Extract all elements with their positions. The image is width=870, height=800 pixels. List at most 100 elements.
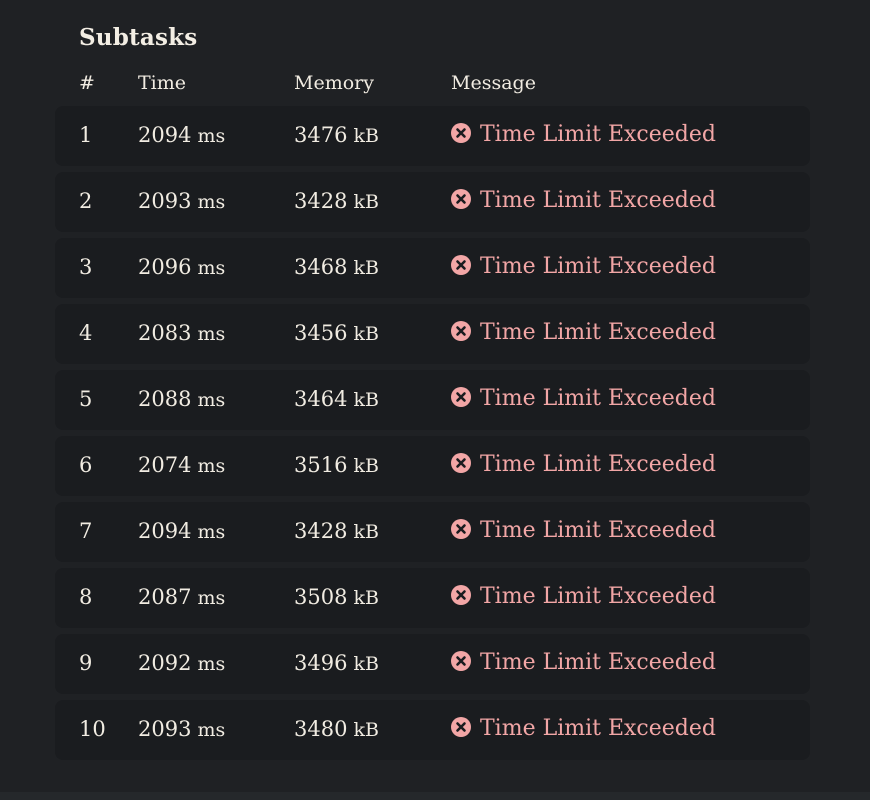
memory-value: 3456 <box>294 321 348 345</box>
time-value: 2094 <box>138 123 192 147</box>
time-value: 2083 <box>138 321 192 345</box>
status-message: Time Limit Exceeded <box>451 370 716 430</box>
time-cell: 2094 ms <box>138 106 225 166</box>
status-text: Time Limit Exceeded <box>480 188 716 213</box>
memory-cell: 3480 kB <box>294 700 379 760</box>
status-message: Time Limit Exceeded <box>451 238 716 298</box>
error-circle-x-icon <box>451 453 471 473</box>
time-value: 2093 <box>138 717 192 741</box>
time-cell: 2093 ms <box>138 172 225 232</box>
time-value: 2088 <box>138 387 192 411</box>
subtask-number: 2 <box>79 189 93 213</box>
table-row: 7 2094 ms 3428 kB Time Limit Exceeded <box>55 502 810 562</box>
time-unit: ms <box>197 455 226 477</box>
memory-value: 3428 <box>294 519 348 543</box>
error-circle-x-icon <box>451 123 471 143</box>
time-cell: 2087 ms <box>138 568 225 628</box>
header-message: Message <box>451 72 536 94</box>
time-unit: ms <box>197 653 226 675</box>
subtask-number: 6 <box>79 453 93 477</box>
memory-value: 3508 <box>294 585 348 609</box>
error-circle-x-icon <box>451 585 471 605</box>
status-message: Time Limit Exceeded <box>451 700 716 760</box>
subtask-number: 9 <box>79 651 93 675</box>
status-text: Time Limit Exceeded <box>480 386 716 411</box>
header-memory: Memory <box>294 72 374 94</box>
memory-cell: 3428 kB <box>294 502 379 562</box>
table-row: 3 2096 ms 3468 kB Time Limit Exceeded <box>55 238 810 298</box>
memory-unit: kB <box>353 587 379 609</box>
status-message: Time Limit Exceeded <box>451 436 716 496</box>
error-circle-x-icon <box>451 321 471 341</box>
memory-unit: kB <box>353 257 379 279</box>
status-text: Time Limit Exceeded <box>480 584 716 609</box>
status-message: Time Limit Exceeded <box>451 106 716 166</box>
error-circle-x-icon <box>451 189 471 209</box>
status-message: Time Limit Exceeded <box>451 634 716 694</box>
table-row: 10 2093 ms 3480 kB Time Limit Exceeded <box>55 700 810 760</box>
table-row: 1 2094 ms 3476 kB Time Limit Exceeded <box>55 106 810 166</box>
subtask-number: 5 <box>79 387 93 411</box>
header-time: Time <box>138 72 187 94</box>
memory-value: 3468 <box>294 255 348 279</box>
time-cell: 2083 ms <box>138 304 225 364</box>
time-value: 2092 <box>138 651 192 675</box>
time-cell: 2074 ms <box>138 436 225 496</box>
error-circle-x-icon <box>451 651 471 671</box>
memory-cell: 3516 kB <box>294 436 379 496</box>
subtask-number: 10 <box>79 717 106 741</box>
memory-cell: 3464 kB <box>294 370 379 430</box>
error-circle-x-icon <box>451 717 471 737</box>
memory-cell: 3508 kB <box>294 568 379 628</box>
time-cell: 2088 ms <box>138 370 225 430</box>
section-title: Subtasks <box>79 24 198 51</box>
time-unit: ms <box>197 257 226 279</box>
time-value: 2094 <box>138 519 192 543</box>
status-text: Time Limit Exceeded <box>480 320 716 345</box>
subtask-number: 4 <box>79 321 93 345</box>
time-cell: 2094 ms <box>138 502 225 562</box>
table-row: 2 2093 ms 3428 kB Time Limit Exceeded <box>55 172 810 232</box>
error-circle-x-icon <box>451 387 471 407</box>
subtask-number: 7 <box>79 519 93 543</box>
memory-unit: kB <box>353 521 379 543</box>
time-unit: ms <box>197 389 226 411</box>
time-unit: ms <box>197 521 226 543</box>
memory-unit: kB <box>353 191 379 213</box>
time-value: 2096 <box>138 255 192 279</box>
status-message: Time Limit Exceeded <box>451 502 716 562</box>
memory-unit: kB <box>353 719 379 741</box>
error-circle-x-icon <box>451 255 471 275</box>
memory-value: 3464 <box>294 387 348 411</box>
status-text: Time Limit Exceeded <box>480 122 716 147</box>
subtask-number: 1 <box>79 123 93 147</box>
time-value: 2074 <box>138 453 192 477</box>
time-unit: ms <box>197 587 226 609</box>
table-row: 5 2088 ms 3464 kB Time Limit Exceeded <box>55 370 810 430</box>
status-text: Time Limit Exceeded <box>480 254 716 279</box>
memory-unit: kB <box>353 455 379 477</box>
status-text: Time Limit Exceeded <box>480 518 716 543</box>
status-text: Time Limit Exceeded <box>480 452 716 477</box>
table-row: 8 2087 ms 3508 kB Time Limit Exceeded <box>55 568 810 628</box>
table-row: 4 2083 ms 3456 kB Time Limit Exceeded <box>55 304 810 364</box>
header-number: # <box>79 72 95 94</box>
memory-value: 3496 <box>294 651 348 675</box>
time-unit: ms <box>197 323 226 345</box>
memory-unit: kB <box>353 653 379 675</box>
memory-cell: 3496 kB <box>294 634 379 694</box>
time-unit: ms <box>197 719 226 741</box>
memory-value: 3480 <box>294 717 348 741</box>
time-cell: 2092 ms <box>138 634 225 694</box>
table-row: 6 2074 ms 3516 kB Time Limit Exceeded <box>55 436 810 496</box>
memory-value: 3516 <box>294 453 348 477</box>
time-cell: 2096 ms <box>138 238 225 298</box>
memory-unit: kB <box>353 323 379 345</box>
bottom-edge <box>0 792 870 800</box>
table-row: 9 2092 ms 3496 kB Time Limit Exceeded <box>55 634 810 694</box>
memory-value: 3428 <box>294 189 348 213</box>
time-unit: ms <box>197 125 226 147</box>
subtasks-panel: Subtasks # Time Memory Message 1 2094 ms 34… <box>0 0 870 792</box>
time-value: 2093 <box>138 189 192 213</box>
memory-cell: 3428 kB <box>294 172 379 232</box>
